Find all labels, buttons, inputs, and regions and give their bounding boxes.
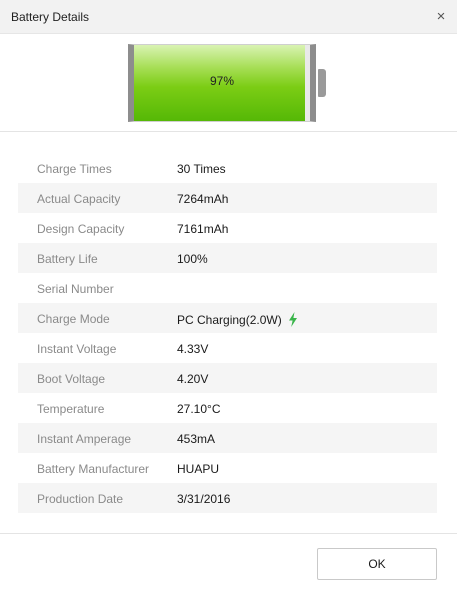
close-icon[interactable]: ×	[434, 9, 448, 25]
detail-row-battery-life: Battery Life 100%	[18, 243, 437, 273]
detail-label: Design Capacity	[37, 222, 125, 236]
detail-row-instant-voltage: Instant Voltage 4.33V	[18, 333, 437, 363]
battery-panel: 97%	[0, 34, 457, 132]
detail-value: 4.20V	[177, 372, 209, 386]
detail-label: Battery Manufacturer	[37, 462, 150, 476]
detail-row-serial-number: Serial Number	[18, 273, 437, 303]
detail-value: PC Charging(2.0W)	[177, 313, 282, 327]
ok-button[interactable]: OK	[317, 548, 437, 580]
detail-value: 30 Times	[177, 162, 226, 176]
detail-label: Charge Mode	[37, 312, 110, 326]
battery-details-table: Charge Times 30 Times Actual Capacity 72…	[18, 153, 437, 513]
detail-label: Temperature	[37, 402, 105, 416]
detail-value: 27.10°C	[177, 402, 221, 416]
detail-row-actual-capacity: Actual Capacity 7264mAh	[18, 183, 437, 213]
detail-value: 7264mAh	[177, 192, 229, 206]
detail-row-temperature: Temperature 27.10°C	[18, 393, 437, 423]
detail-row-battery-manufacturer: Battery Manufacturer HUAPU	[18, 453, 437, 483]
detail-row-design-capacity: Design Capacity 7161mAh	[18, 213, 437, 243]
detail-label: Instant Amperage	[37, 432, 132, 446]
detail-label: Boot Voltage	[37, 372, 106, 386]
battery-details-dialog: Battery Details × 97% Charge Times 30 Ti…	[0, 0, 457, 593]
detail-value: 7161mAh	[177, 222, 229, 236]
detail-label: Serial Number	[37, 282, 114, 296]
detail-value: 4.33V	[177, 342, 209, 356]
detail-value: HUAPU	[177, 462, 220, 476]
detail-label: Production Date	[37, 492, 124, 506]
battery-icon: 97%	[128, 44, 326, 122]
detail-value-wrapper: PC Charging(2.0W)	[177, 312, 298, 330]
detail-row-charge-times: Charge Times 30 Times	[18, 153, 437, 183]
detail-label: Actual Capacity	[37, 192, 121, 206]
detail-value: 100%	[177, 252, 208, 266]
detail-label: Battery Life	[37, 252, 98, 266]
detail-label: Instant Voltage	[37, 342, 117, 356]
detail-row-instant-amperage: Instant Amperage 453mA	[18, 423, 437, 453]
detail-row-charge-mode: Charge Mode PC Charging(2.0W)	[18, 303, 437, 333]
battery-terminal	[318, 69, 326, 97]
detail-row-production-date: Production Date 3/31/2016	[18, 483, 437, 513]
battery-level-label: 97%	[209, 74, 235, 88]
title-bar: Battery Details ×	[0, 0, 457, 34]
dialog-title: Battery Details	[11, 10, 90, 24]
lightning-bolt-icon	[288, 312, 298, 330]
detail-label: Charge Times	[37, 162, 112, 176]
detail-value: 3/31/2016	[177, 492, 231, 506]
detail-value: 453mA	[177, 432, 216, 446]
detail-row-boot-voltage: Boot Voltage 4.20V	[18, 363, 437, 393]
footer-divider	[0, 533, 457, 534]
